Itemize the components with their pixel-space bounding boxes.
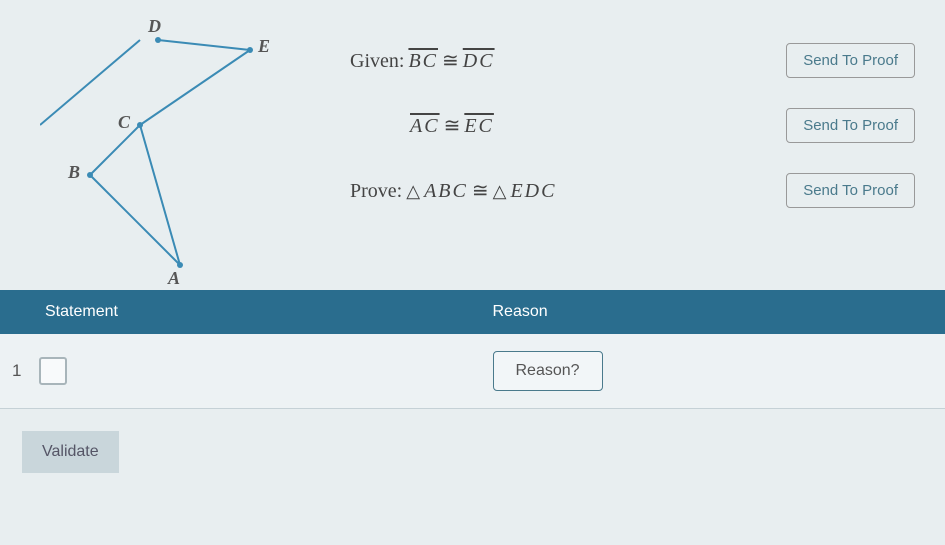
- table-header: Statement Reason: [0, 290, 945, 334]
- label-d: D: [148, 16, 161, 37]
- given-label: Given:: [350, 50, 404, 73]
- reason-button[interactable]: Reason?: [493, 351, 603, 391]
- given-row-1: Given: BC ≅ DC Send To Proof: [350, 40, 915, 80]
- triangle-icon-2: △: [493, 181, 507, 202]
- table-row: 1 Reason?: [0, 334, 945, 409]
- label-b: B: [68, 162, 80, 183]
- send-to-proof-2[interactable]: Send To Proof: [786, 108, 915, 143]
- figure-svg: [40, 20, 280, 280]
- prove-row: Prove: △ABC ≅ △EDC Send To Proof: [350, 170, 915, 210]
- send-to-proof-3[interactable]: Send To Proof: [786, 173, 915, 208]
- congruent-2: ≅: [444, 113, 461, 138]
- tri-edc: EDC: [510, 180, 556, 203]
- given-row-2: AC ≅ EC Send To Proof: [350, 105, 915, 145]
- label-a: A: [168, 268, 180, 289]
- proof-table: Statement Reason 1 Reason?: [0, 290, 945, 409]
- congruent-3: ≅: [472, 178, 489, 203]
- label-e: E: [258, 36, 270, 57]
- geometry-figure: D E C B A: [40, 20, 290, 280]
- tri-abc: ABC: [424, 180, 468, 203]
- seg-dc: DC: [463, 50, 495, 73]
- seg-bc: BC: [408, 50, 438, 73]
- row-number: 1: [0, 361, 39, 381]
- seg-ac: AC: [410, 115, 440, 138]
- statement-input[interactable]: [39, 357, 67, 385]
- statements-panel: Given: BC ≅ DC Send To Proof AC ≅ EC Sen…: [290, 20, 935, 280]
- header-statement: Statement: [0, 303, 473, 321]
- congruent-1: ≅: [442, 48, 459, 73]
- prove-label: Prove:: [350, 180, 402, 203]
- label-c: C: [118, 112, 130, 133]
- send-to-proof-1[interactable]: Send To Proof: [786, 43, 915, 78]
- seg-ec: EC: [464, 115, 494, 138]
- triangle-icon-1: △: [406, 181, 420, 202]
- header-reason: Reason: [473, 303, 945, 321]
- validate-button[interactable]: Validate: [22, 431, 119, 473]
